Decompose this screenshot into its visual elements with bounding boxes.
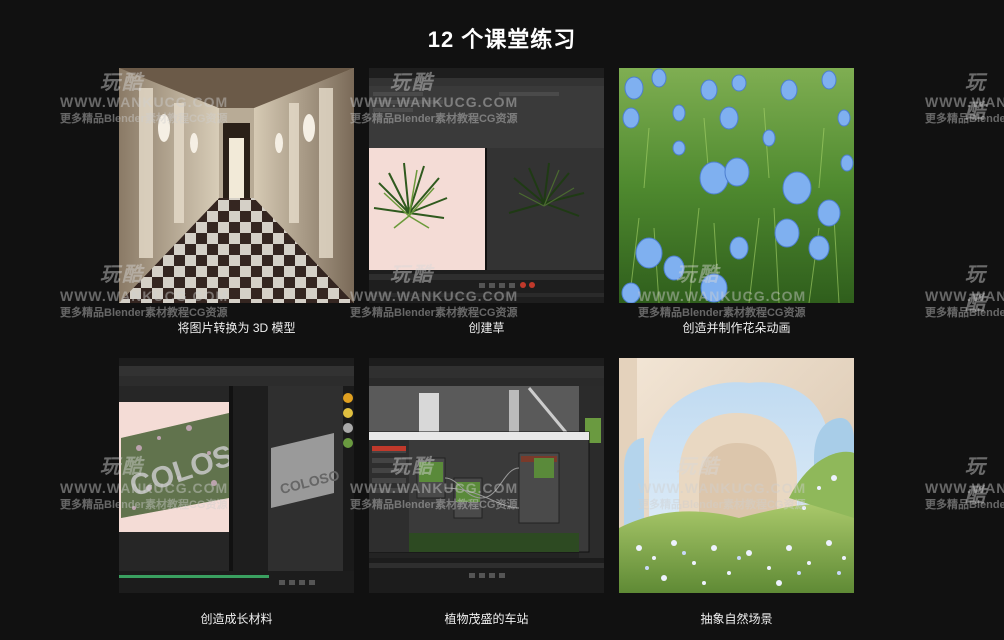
lesson-card-5[interactable]: 植物茂盛的车站 <box>369 358 604 626</box>
lesson-caption: 创造成长材料 <box>200 612 273 626</box>
watermark-tagline: 更多精品Blender素材教程CG资源 <box>638 307 806 319</box>
lesson-card-2[interactable]: 创建草 <box>369 68 604 335</box>
lesson-card-3[interactable]: 创造并制作花朵动画 <box>619 68 854 335</box>
watermark: WWW.WANKUCG.COM 更多精品Blender素材教程CG资源 <box>925 480 1004 512</box>
watermark-site: WWW.WANKUCG.COM <box>925 480 1004 496</box>
lesson-thumbnail-hallway[interactable] <box>119 68 354 303</box>
lesson-thumbnail-grass[interactable] <box>369 68 604 303</box>
station-node-editor-image <box>369 358 604 593</box>
page-title: 12 个课堂练习 <box>427 27 577 52</box>
lesson-caption: 将图片转换为 3D 模型 <box>177 321 296 335</box>
watermark-site: WWW.WANKUCG.COM <box>925 94 1004 110</box>
lesson-caption: 创造并制作花朵动画 <box>682 321 791 335</box>
lesson-card-6[interactable]: 抽象自然场景 <box>619 358 854 626</box>
watermark-tagline: 更多精品Blender素材教程CG资源 <box>925 113 1004 125</box>
growth-material-viewport: COLOSO COLOSO <box>119 358 354 593</box>
watermark-tagline: 更多精品Blender素材教程CG资源 <box>925 499 1004 511</box>
watermark-logo: 玩酷 <box>965 72 987 123</box>
lesson-thumbnail-arch-scene[interactable] <box>619 358 854 593</box>
watermark-logo: 玩酷 <box>965 264 987 315</box>
watermark: WWW.WANKUCG.COM 更多精品Blender素材教程CG资源 <box>925 94 1004 126</box>
course-page: 12 个课堂练习 将图片转换为 3D 模型 创建草 创造并制作花朵动画 COLO… <box>0 0 1004 640</box>
hallway-image <box>119 68 354 303</box>
watermark: WWW.WANKUCG.COM 更多精品Blender素材教程CG资源 <box>925 288 1004 320</box>
watermark: 玩酷 <box>965 66 1004 124</box>
lesson-thumbnail-flowers[interactable] <box>619 68 854 303</box>
lesson-card-1[interactable]: 将图片转换为 3D 模型 <box>119 68 354 335</box>
lesson-caption: 抽象自然场景 <box>700 612 773 626</box>
watermark-tagline: 更多精品Blender素材教程CG资源 <box>350 307 518 319</box>
grass-viewport-image <box>369 68 604 303</box>
lesson-caption: 创建草 <box>468 321 505 335</box>
watermark: 玩酷 <box>965 258 1004 316</box>
watermark-tagline: 更多精品Blender素材教程CG资源 <box>925 307 1004 319</box>
lesson-thumbnail-station[interactable] <box>369 358 604 593</box>
lesson-caption: 植物茂盛的车站 <box>444 612 529 626</box>
watermark-site: WWW.WANKUCG.COM <box>925 288 1004 304</box>
arch-nature-image <box>619 358 854 593</box>
lesson-card-4[interactable]: COLOSO COLOSO 创造成长材料 <box>119 358 354 626</box>
watermark: 玩酷 <box>965 450 1004 508</box>
watermark-logo: 玩酷 <box>965 456 987 507</box>
watermark-tagline: 更多精品Blender素材教程CG资源 <box>60 307 228 319</box>
lesson-thumbnail-growth-material[interactable]: COLOSO COLOSO <box>119 358 354 593</box>
blue-flowers-image <box>619 68 854 303</box>
